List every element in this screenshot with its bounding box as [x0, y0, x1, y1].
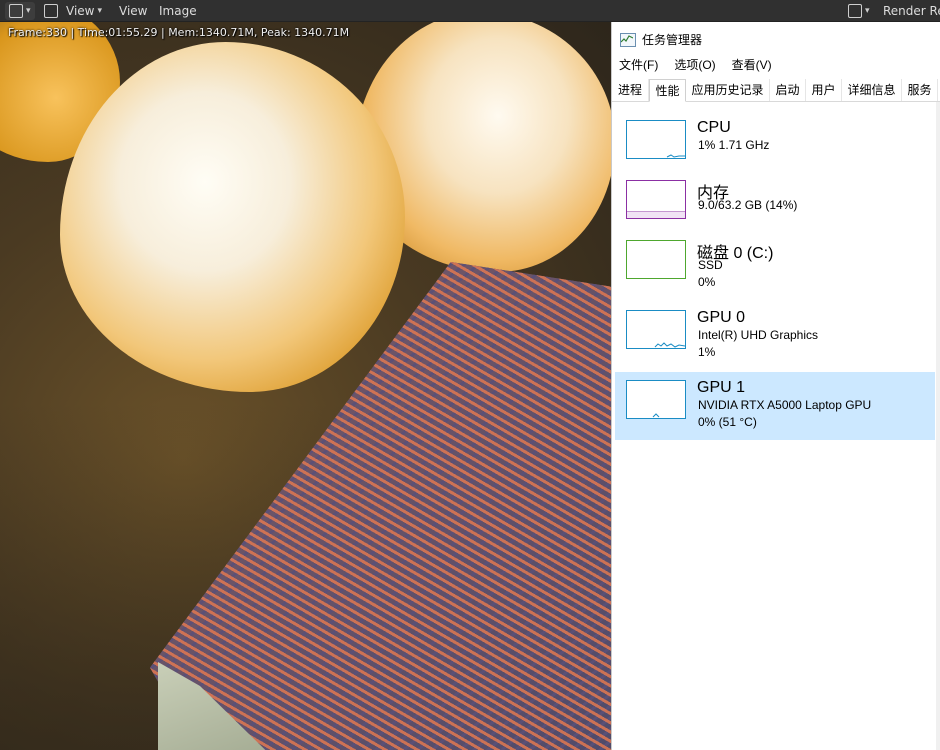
tab-users[interactable]: 用户	[806, 79, 842, 101]
tab-bar: 进程 性能 应用历史记录 启动 用户 详细信息 服务	[612, 79, 940, 102]
menu-view[interactable]: 查看(V)	[731, 56, 773, 73]
perf-item-memory[interactable]: 内存 9.0/63.2 GB (14%)	[615, 172, 935, 240]
render-book-cover	[150, 262, 611, 750]
render-result-field[interactable]: Render Res	[883, 2, 940, 20]
menu-image[interactable]: Image	[159, 2, 197, 20]
render-viewport[interactable]: Frame:330 | Time:01:55.29 | Mem:1340.71M…	[0, 22, 611, 750]
render-book	[150, 262, 611, 750]
perf-item-name: GPU 0	[697, 309, 746, 326]
memory-sparkline	[626, 180, 686, 219]
menu-bar: 文件(F) 选项(O) 查看(V)	[618, 56, 773, 73]
chevron-down-icon: ▾	[26, 6, 31, 16]
task-manager-window: 任务管理器 文件(F) 选项(O) 查看(V) 进程 性能 应用历史记录 启动 …	[611, 22, 940, 750]
perf-item-detail: SSD	[698, 258, 723, 272]
window-title: 任务管理器	[642, 33, 703, 47]
view-mode-label: View	[66, 4, 95, 18]
tab-details[interactable]: 详细信息	[842, 79, 902, 101]
view-mode-button[interactable]: View ▾	[44, 2, 102, 20]
task-manager-titlebar: 任务管理器	[620, 31, 702, 48]
perf-item-detail: NVIDIA RTX A5000 Laptop GPU	[698, 398, 872, 412]
perf-item-name: CPU	[697, 119, 731, 136]
gpu0-sparkline	[626, 310, 686, 349]
perf-item-usage: 1%	[698, 345, 716, 359]
render-stats: Frame:330 | Time:01:55.29 | Mem:1340.71M…	[8, 26, 350, 39]
task-manager-icon	[620, 32, 636, 47]
gpu1-sparkline	[626, 380, 686, 419]
cpu-sparkline	[626, 120, 686, 159]
menu-view[interactable]: View	[119, 2, 147, 20]
tab-performance[interactable]: 性能	[649, 79, 686, 102]
tab-startup[interactable]: 启动	[770, 79, 806, 101]
perf-item-cpu[interactable]: CPU 1% 1.71 GHz	[615, 112, 935, 180]
scrollbar[interactable]	[936, 102, 940, 750]
tab-services[interactable]: 服务	[902, 79, 938, 101]
menu-file[interactable]: 文件(F)	[618, 56, 659, 73]
perf-item-usage: 0% (51 °C)	[698, 415, 757, 429]
perf-item-detail: Intel(R) UHD Graphics	[698, 328, 819, 342]
blender-header: ▾ View ▾ View Image ▾ Render Res	[0, 0, 940, 22]
editor-type-button[interactable]: ▾	[5, 2, 35, 20]
perf-item-detail: 9.0/63.2 GB (14%)	[698, 198, 798, 212]
perf-item-detail: 1% 1.71 GHz	[698, 138, 770, 152]
image-browse-button[interactable]: ▾	[848, 2, 870, 20]
image-icon	[44, 4, 58, 18]
image-icon	[848, 4, 862, 18]
perf-item-gpu1[interactable]: GPU 1 NVIDIA RTX A5000 Laptop GPU 0% (51…	[615, 372, 935, 440]
menu-options[interactable]: 选项(O)	[673, 56, 716, 73]
chevron-down-icon: ▾	[97, 6, 103, 16]
chevron-down-icon: ▾	[865, 6, 870, 16]
perf-item-disk0[interactable]: 磁盘 0 (C:) SSD 0%	[615, 232, 935, 300]
tab-app-history[interactable]: 应用历史记录	[686, 79, 770, 101]
disk-sparkline	[626, 240, 686, 279]
perf-item-name: GPU 1	[697, 379, 746, 396]
tab-processes[interactable]: 进程	[612, 79, 649, 101]
perf-item-gpu0[interactable]: GPU 0 Intel(R) UHD Graphics 1%	[615, 302, 935, 370]
image-editor-icon	[9, 4, 23, 18]
perf-item-usage: 0%	[698, 275, 716, 289]
